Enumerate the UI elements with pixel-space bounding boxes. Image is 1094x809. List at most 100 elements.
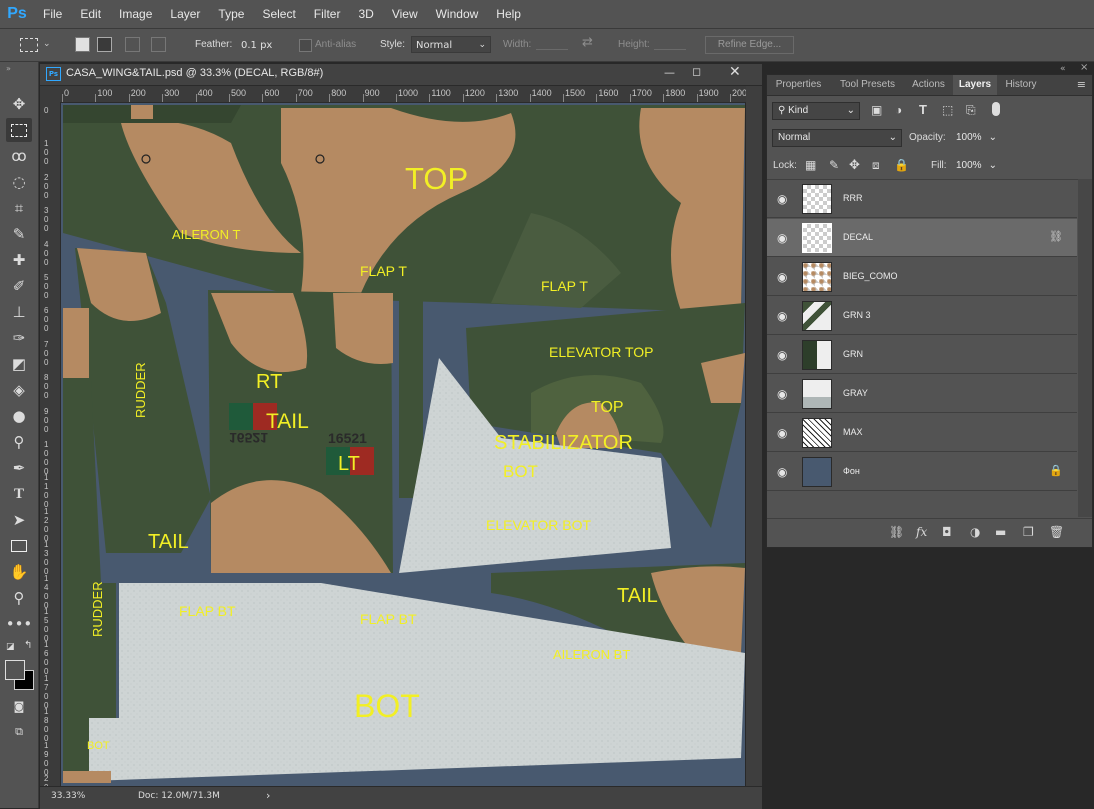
tab-history[interactable]: History xyxy=(998,75,1044,95)
history-brush-tool-icon[interactable]: ✑ xyxy=(6,326,32,350)
marquee-preset-icon[interactable] xyxy=(20,38,38,52)
layer-filter-select[interactable]: ⚲ Kind ⌄ xyxy=(772,102,860,120)
visibility-eye-icon[interactable]: ◉ xyxy=(777,465,787,479)
tab-actions[interactable]: Actions xyxy=(905,75,952,95)
layer-row[interactable]: ◉ BIEG_COMO xyxy=(767,258,1077,296)
layer-row[interactable]: ◉ Фон 🔒 xyxy=(767,453,1077,491)
blur-tool-icon[interactable]: ● xyxy=(6,404,32,428)
lock-image-icon[interactable]: ✎ xyxy=(829,158,839,172)
layer-row[interactable]: ◉ GRN 3 xyxy=(767,297,1077,335)
adjustment-filter-icon[interactable]: ◑ xyxy=(895,103,902,117)
document-canvas[interactable]: TOP AILERON T FLAP T FLAP T ELEVATOR TOP… xyxy=(61,103,745,786)
tab-properties[interactable]: Properties xyxy=(767,75,830,95)
link-layers-icon[interactable]: ⛓ xyxy=(889,525,904,539)
fx-icon[interactable]: fx xyxy=(916,525,927,539)
subtract-selection-icon[interactable] xyxy=(125,37,140,52)
add-selection-icon[interactable] xyxy=(97,37,112,52)
menu-window[interactable]: Window xyxy=(427,0,488,28)
healing-brush-tool-icon[interactable]: ✚ xyxy=(6,248,32,272)
menu-help[interactable]: Help xyxy=(487,0,530,28)
foreground-color-swatch[interactable] xyxy=(5,660,25,680)
intersect-selection-icon[interactable] xyxy=(151,37,166,52)
visibility-eye-icon[interactable]: ◉ xyxy=(777,309,787,323)
collapse-icon[interactable]: » xyxy=(6,64,11,73)
menu-3d[interactable]: 3D xyxy=(349,0,382,28)
layers-scrollbar[interactable] xyxy=(1078,179,1092,517)
type-tool-icon[interactable]: T xyxy=(6,482,32,506)
hand-tool-icon[interactable]: ✋ xyxy=(6,560,32,584)
lasso-tool-icon[interactable]: ꝏ xyxy=(6,144,32,168)
zoom-level[interactable]: 33.33% xyxy=(51,791,85,801)
chevron-right-icon[interactable]: › xyxy=(266,789,270,802)
collapse-panels-icon[interactable]: « xyxy=(1060,64,1066,74)
type-filter-icon[interactable]: T xyxy=(919,102,927,117)
visibility-eye-icon[interactable]: ◉ xyxy=(777,387,787,401)
opacity-input[interactable]: 100% ⌄ xyxy=(950,129,1002,147)
eraser-tool-icon[interactable]: ◩ xyxy=(6,352,32,376)
quick-mask-icon[interactable]: ◙ xyxy=(6,694,32,718)
path-selection-tool-icon[interactable]: ➤ xyxy=(6,508,32,532)
menu-file[interactable]: File xyxy=(34,0,71,28)
menu-type[interactable]: Type xyxy=(209,0,253,28)
crop-tool-icon[interactable]: ⌗ xyxy=(6,196,32,220)
layer-row[interactable]: ◉ GRN xyxy=(767,336,1077,374)
visibility-eye-icon[interactable]: ◉ xyxy=(777,348,787,362)
antialias-checkbox[interactable] xyxy=(299,39,312,52)
brush-tool-icon[interactable]: ✐ xyxy=(6,274,32,298)
adjustment-layer-icon[interactable]: ◑ xyxy=(970,525,980,539)
style-select[interactable]: Normal ⌄ xyxy=(411,36,491,53)
visibility-eye-icon[interactable]: ◉ xyxy=(777,426,787,440)
layer-row[interactable]: ◉ MAX xyxy=(767,414,1077,452)
paint-bucket-tool-icon[interactable]: ◈ xyxy=(6,378,32,402)
blend-mode-select[interactable]: Normal ⌄ xyxy=(772,129,902,147)
chevron-down-icon[interactable]: ⌄ xyxy=(43,39,51,49)
shape-filter-icon[interactable]: ⬚ xyxy=(942,103,953,117)
menu-layer[interactable]: Layer xyxy=(161,0,209,28)
menu-select[interactable]: Select xyxy=(253,0,304,28)
document-tab[interactable]: Ps CASA_WING&TAIL.psd @ 33.3% (DECAL, RG… xyxy=(40,64,762,86)
default-colors-icon[interactable]: ◪ xyxy=(6,642,15,652)
tab-tool-presets[interactable]: Tool Presets xyxy=(830,75,905,95)
horizontal-ruler[interactable]: 0 100 200 300 400 500 600 700 800 900 1000 1100 1200… xyxy=(60,86,746,103)
close-icon[interactable]: ✕ xyxy=(729,64,741,80)
smart-object-filter-icon[interactable]: ⎘ xyxy=(966,103,976,118)
more-tools-icon[interactable]: ••• xyxy=(6,612,33,636)
lock-artboard-icon[interactable]: ⧈ xyxy=(872,158,880,173)
lock-position-icon[interactable]: ✥ xyxy=(849,157,860,173)
new-selection-icon[interactable] xyxy=(75,37,90,52)
layer-row[interactable]: ◉ DECAL ⛓ xyxy=(767,219,1077,257)
menu-edit[interactable]: Edit xyxy=(71,0,110,28)
vertical-scrollbar[interactable] xyxy=(746,86,762,786)
image-filter-icon[interactable]: ▣ xyxy=(871,103,882,117)
lock-all-icon[interactable]: 🔒 xyxy=(894,158,909,172)
filter-toggle-icon[interactable] xyxy=(992,102,1000,116)
visibility-eye-icon[interactable]: ◉ xyxy=(777,192,787,206)
pen-tool-icon[interactable]: ✒ xyxy=(6,456,32,480)
width-input[interactable] xyxy=(536,49,568,50)
add-mask-icon[interactable]: ◘ xyxy=(942,525,952,539)
vertical-ruler[interactable]: 0 100 200 300 400 500 600 700 800 900 1000 1100 1200… xyxy=(40,102,61,786)
visibility-eye-icon[interactable]: ◉ xyxy=(777,270,787,284)
refine-edge-button[interactable]: Refine Edge... xyxy=(705,36,794,54)
delete-layer-icon[interactable]: 🗑 xyxy=(1049,525,1064,539)
layer-row[interactable]: ◉ RRR xyxy=(767,180,1077,218)
new-layer-icon[interactable]: ❐ xyxy=(1023,525,1034,539)
quick-selection-tool-icon[interactable]: ◌ xyxy=(6,170,32,194)
close-panel-icon[interactable]: × xyxy=(1080,62,1088,73)
eyedropper-tool-icon[interactable]: ✎ xyxy=(6,222,32,246)
fill-input[interactable]: 100% ⌄ xyxy=(950,157,1002,175)
lock-transparent-icon[interactable]: ▦ xyxy=(805,158,816,172)
screen-mode-icon[interactable]: ⧉ xyxy=(6,720,32,744)
swap-icon[interactable]: ⇄ xyxy=(582,35,593,50)
rectangle-tool-icon[interactable] xyxy=(6,534,32,558)
tab-layers[interactable]: Layers xyxy=(953,75,997,95)
height-input[interactable] xyxy=(654,49,686,50)
visibility-eye-icon[interactable]: ◉ xyxy=(777,231,787,245)
menu-image[interactable]: Image xyxy=(110,0,161,28)
clone-stamp-tool-icon[interactable]: ⊥ xyxy=(6,300,32,324)
move-tool-icon[interactable]: ✥ xyxy=(6,92,32,116)
restore-icon[interactable]: ◻ xyxy=(692,65,701,78)
menu-view[interactable]: View xyxy=(383,0,427,28)
minimize-icon[interactable]: — xyxy=(664,66,675,79)
panel-menu-icon[interactable]: ≡ xyxy=(1077,78,1086,91)
